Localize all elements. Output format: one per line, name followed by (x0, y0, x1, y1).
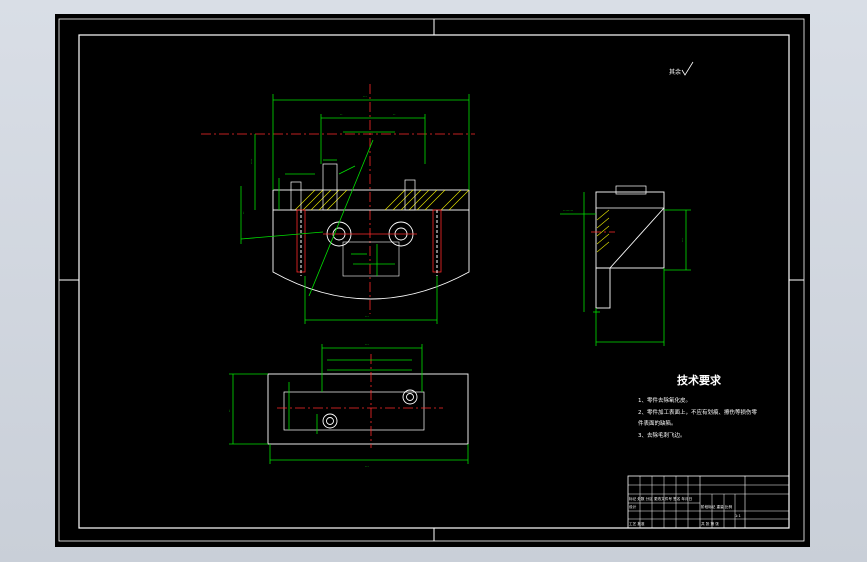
title-block: 标记 处数 分区 更改文件号 签名 年月日 设计 工艺 批准 阶段标记 重量 比… (627, 475, 790, 529)
top-view-dimensions: ··· ··· ·· (227, 342, 469, 469)
front-view-hatch (294, 189, 470, 211)
roughness-note: 其余 (669, 61, 694, 76)
title-block-label: 阶段标记 重量 比例 (701, 504, 732, 509)
title-block-row: 设计 (629, 504, 637, 509)
side-view-hatch (596, 209, 610, 253)
side-view: ········ ··· (560, 185, 691, 346)
tech-requirements-title: 技术要求 (677, 373, 722, 387)
front-view: ··· ·· ·· ··· ·· ···· (201, 84, 475, 324)
svg-text:··: ·· (393, 112, 396, 117)
front-view-dimensions (240, 94, 470, 324)
svg-text:········: ········ (563, 208, 573, 213)
drawing-frame (58, 18, 805, 542)
front-view-dimension-texts: ··· ·· ·· ··· ·· ···· (241, 94, 396, 319)
roughness-note-label: 其余 (669, 68, 681, 76)
cad-drawing-canvas: 其余 ··· ·· ·· ··· ·· ···· ········ ··· ··… (58, 18, 805, 542)
svg-text:···: ··· (365, 464, 369, 469)
svg-text:··: ·· (340, 112, 343, 117)
title-block-row: 标记 处数 分区 更改文件号 签名 年月日 (629, 496, 692, 501)
title-block-sheet: 共 张 第 张 (701, 521, 719, 526)
svg-text:···: ··· (365, 314, 369, 319)
svg-text:··: ·· (241, 211, 246, 214)
tech-requirement-item: 件表面的缺陷。 (638, 419, 677, 427)
title-block-scale: 1:1 (735, 514, 741, 518)
side-view-dimensions: ········ ··· (560, 192, 691, 346)
tech-requirement-item: 2、零件加工表面上，不应有划痕、擦伤等损伤零 (638, 408, 758, 416)
tech-requirement-item: 1、零件去除氧化皮。 (638, 396, 691, 404)
svg-text:···: ··· (365, 342, 369, 347)
svg-text:····: ···· (249, 159, 254, 164)
technical-requirements: 技术要求 1、零件去除氧化皮。 2、零件加工表面上，不应有划痕、擦伤等损伤零 件… (638, 373, 758, 439)
svg-text:··: ·· (227, 409, 232, 412)
cad-viewport[interactable]: 其余 ··· ·· ·· ··· ·· ···· ········ ··· ··… (55, 14, 810, 547)
svg-text:···: ··· (363, 94, 367, 99)
title-block-row: 工艺 批准 (629, 521, 645, 526)
top-view: ··· ··· ·· (227, 342, 469, 469)
tech-requirement-item: 3、去除毛刺飞边。 (638, 431, 686, 439)
svg-text:···: ··· (680, 238, 685, 242)
